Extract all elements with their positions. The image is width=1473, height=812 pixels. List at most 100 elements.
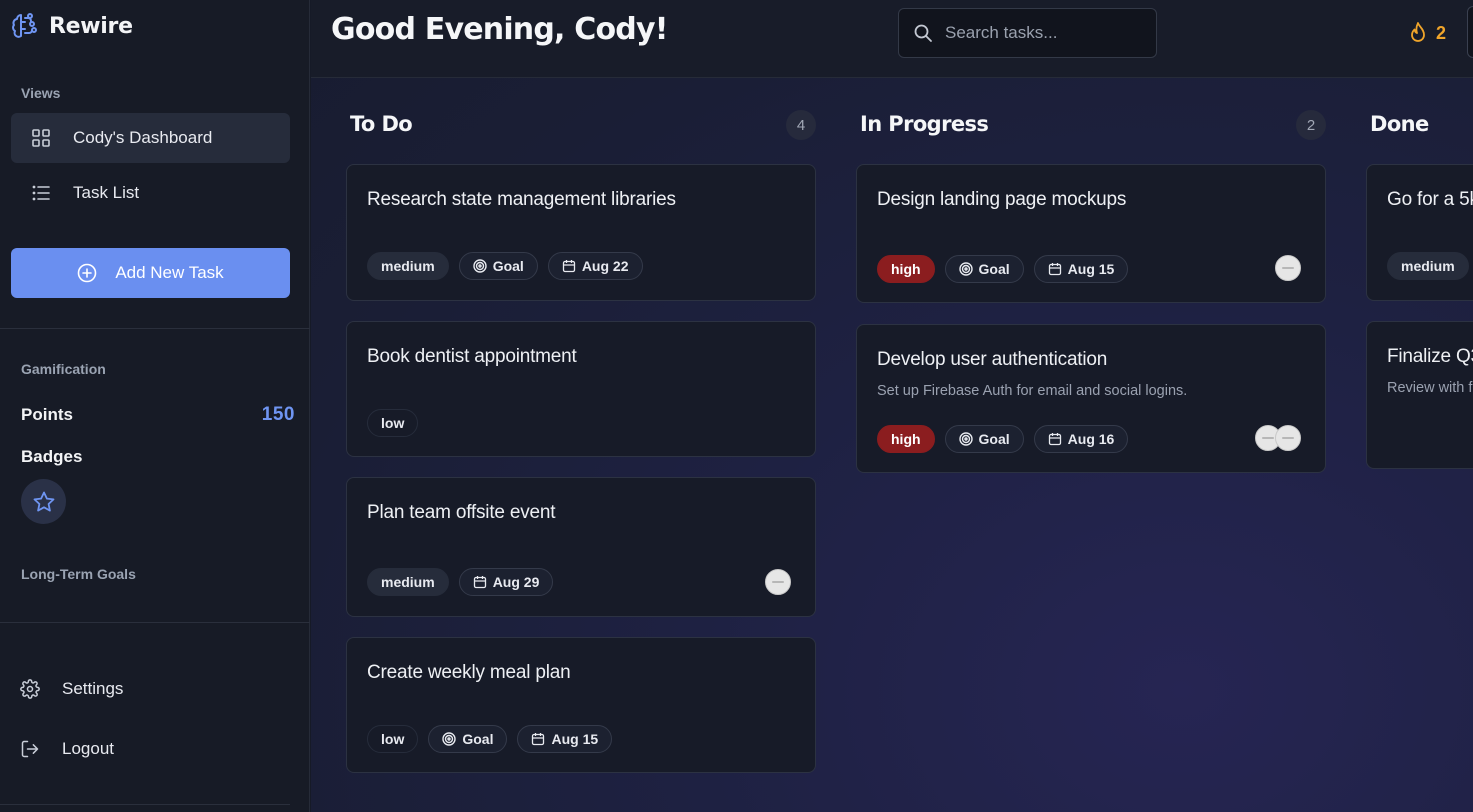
target-icon	[958, 432, 973, 446]
streak-count: 2	[1436, 22, 1447, 43]
column-done: Done Go for a 5k medium Finalize Q3 Revi…	[1366, 100, 1473, 812]
column-count: 4	[786, 110, 816, 140]
logout-link[interactable]: Logout	[20, 729, 114, 769]
due-date: Aug 15	[551, 731, 599, 747]
points-label: Points	[21, 405, 73, 424]
sidebar-item-dashboard[interactable]: Cody's Dashboard	[11, 113, 290, 163]
gamification-label: Gamification	[21, 361, 106, 377]
task-description: Set up Firebase Auth for email and socia…	[877, 383, 1188, 399]
grid-icon	[31, 128, 51, 148]
calendar-icon	[562, 260, 575, 273]
settings-label: Settings	[62, 679, 124, 698]
target-icon	[472, 259, 487, 273]
task-title: Finalize Q3	[1387, 346, 1473, 367]
column-in-progress: In Progress 2 Design landing page mockup…	[856, 100, 1326, 812]
goal-tag: Goal	[944, 255, 1024, 283]
task-tags: low Goal Aug 15	[367, 725, 613, 753]
task-card[interactable]: Research state management libraries medi…	[346, 164, 816, 301]
sidebar-item-label: Cody's Dashboard	[73, 128, 213, 147]
add-new-task-label: Add New Task	[115, 263, 224, 282]
priority-tag: medium	[367, 568, 449, 596]
sidebar-item-task-list[interactable]: Task List	[11, 168, 290, 218]
priority-tag: low	[367, 725, 419, 753]
settings-link[interactable]: Settings	[20, 669, 123, 709]
search-icon	[913, 23, 933, 43]
due-date-tag: Aug 16	[1033, 425, 1129, 453]
sidebar-divider	[0, 622, 310, 623]
points-value: 150	[261, 404, 295, 425]
star-icon	[32, 490, 56, 514]
avatar[interactable]	[1275, 425, 1301, 451]
logout-icon	[20, 739, 40, 759]
column-to-do: To Do 4 Research state management librar…	[346, 100, 816, 812]
priority-tag: low	[367, 409, 419, 437]
due-date: Aug 15	[1067, 261, 1115, 277]
task-description: Review with f	[1387, 380, 1473, 396]
long-term-goals-label: Long-Term Goals	[21, 566, 136, 582]
task-title: Design landing page mockups	[877, 189, 1127, 210]
assignee-avatars	[1275, 255, 1301, 281]
calendar-icon	[532, 733, 545, 746]
task-card[interactable]: Finalize Q3 Review with f	[1366, 321, 1473, 469]
add-new-task-button[interactable]: Add New Task	[11, 248, 290, 298]
app-name: Rewire	[49, 13, 133, 39]
task-tags: high Goal Aug 16	[877, 425, 1129, 453]
task-card[interactable]: Develop user authentication Set up Fireb…	[856, 324, 1326, 473]
avatar[interactable]	[1275, 255, 1301, 281]
main-content: Good Evening, Cody! 2 To Do 4 Research s…	[311, 0, 1473, 812]
assignee-avatars	[1255, 425, 1301, 451]
avatar[interactable]	[765, 569, 791, 595]
gear-icon	[20, 679, 40, 699]
topbar: Good Evening, Cody! 2	[311, 0, 1473, 78]
task-title: Research state management libraries	[367, 189, 676, 210]
calendar-icon	[1048, 263, 1061, 276]
goal-tag: Goal	[428, 725, 508, 753]
flame-icon	[1408, 22, 1428, 44]
streak-counter[interactable]: 2	[1408, 22, 1446, 44]
priority-tag: high	[877, 255, 935, 283]
task-card[interactable]: Book dentist appointment low	[346, 321, 816, 457]
sidebar-item-label: Task List	[73, 183, 140, 202]
task-tags: medium Goal Aug 22	[367, 252, 643, 280]
target-icon	[442, 732, 457, 746]
calendar-icon	[473, 576, 486, 589]
sidebar-divider	[0, 328, 310, 329]
calendar-icon	[1048, 433, 1061, 446]
task-title: Create weekly meal plan	[367, 662, 571, 683]
greeting-title: Good Evening, Cody!	[331, 12, 668, 47]
views-label: Views	[21, 85, 61, 101]
badges-label: Badges	[21, 447, 83, 466]
search-input[interactable]	[945, 23, 1135, 43]
search-box[interactable]	[898, 8, 1157, 58]
due-date-tag: Aug 22	[547, 252, 643, 280]
goal-label: Goal	[978, 261, 1010, 277]
user-menu-edge[interactable]	[1467, 6, 1473, 58]
due-date: Aug 16	[1067, 431, 1115, 447]
target-icon	[958, 262, 973, 276]
badge-star[interactable]	[21, 479, 66, 524]
list-icon	[31, 183, 51, 203]
task-card[interactable]: Create weekly meal plan low Goal Aug 15	[346, 637, 816, 773]
sidebar: Rewire Views Cody's Dashboard Task List …	[0, 0, 310, 812]
task-tags: medium	[1387, 252, 1469, 280]
goal-tag: Goal	[458, 252, 538, 280]
task-title: Plan team offsite event	[367, 502, 556, 523]
task-tags: medium Aug 29	[367, 568, 554, 596]
due-date: Aug 22	[581, 258, 629, 274]
task-card[interactable]: Go for a 5k medium	[1366, 164, 1473, 301]
due-date-tag: Aug 15	[1033, 255, 1129, 283]
priority-tag: medium	[1387, 252, 1469, 280]
brain-logo-icon	[11, 11, 39, 41]
logout-label: Logout	[62, 739, 114, 758]
priority-tag: high	[877, 425, 935, 453]
sidebar-divider	[0, 804, 290, 805]
task-tags: low	[367, 409, 419, 437]
column-title: To Do	[350, 112, 413, 136]
task-card[interactable]: Design landing page mockups high Goal Au…	[856, 164, 1326, 303]
goal-label: Goal	[978, 431, 1010, 447]
goal-label: Goal	[462, 731, 494, 747]
assignee-avatars	[765, 569, 791, 595]
brand[interactable]: Rewire	[11, 10, 133, 42]
task-title: Book dentist appointment	[367, 346, 577, 367]
task-card[interactable]: Plan team offsite event medium Aug 29	[346, 477, 816, 617]
